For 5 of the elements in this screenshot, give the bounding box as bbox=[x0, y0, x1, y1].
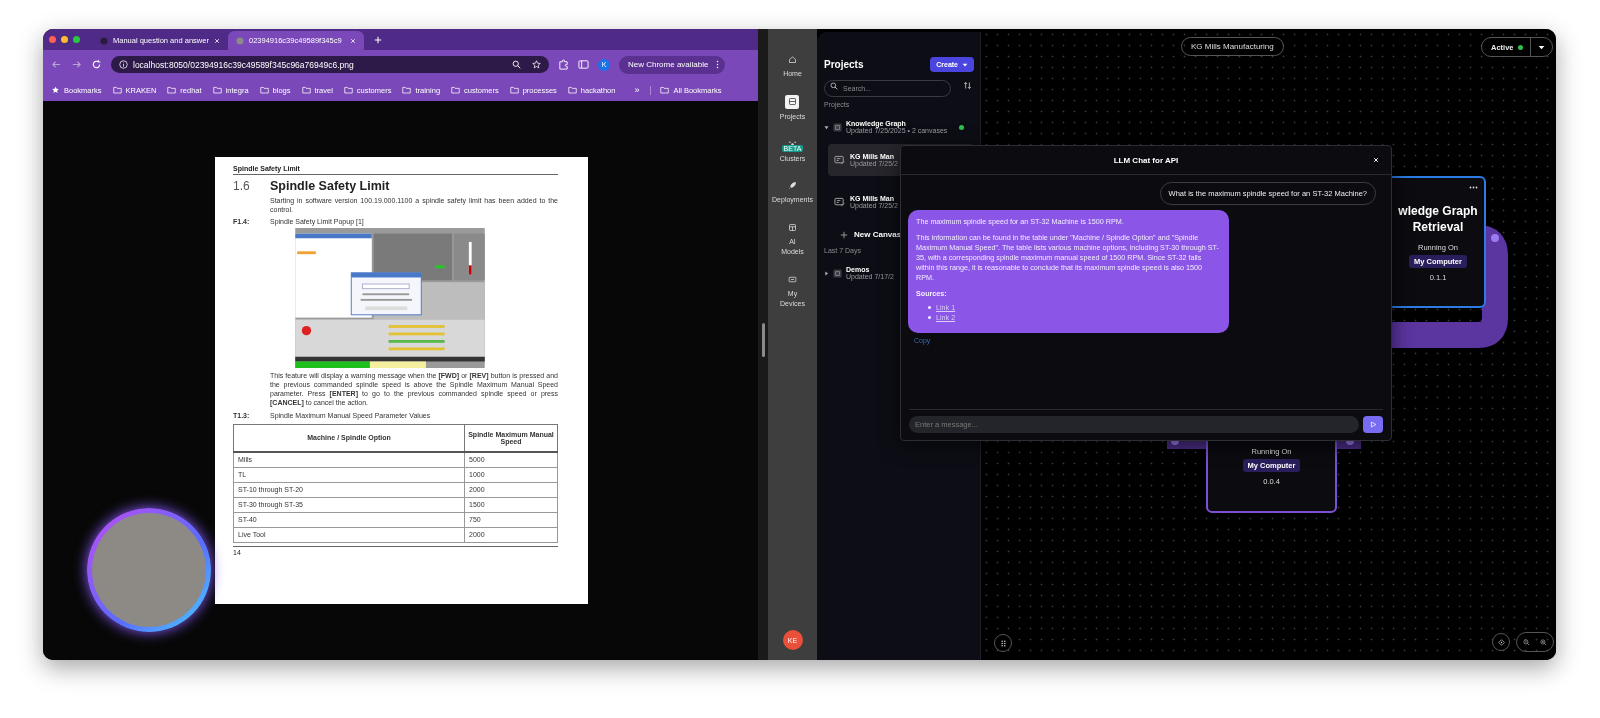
panel-title: Projects bbox=[824, 59, 864, 70]
dialog-title: LLM Chat for API bbox=[1113, 155, 1179, 165]
node-title: wledge Graph Retrieval bbox=[1397, 204, 1479, 236]
section-number: 1.6 bbox=[233, 179, 251, 193]
section-title: Spindle Safety Limit bbox=[270, 179, 390, 193]
